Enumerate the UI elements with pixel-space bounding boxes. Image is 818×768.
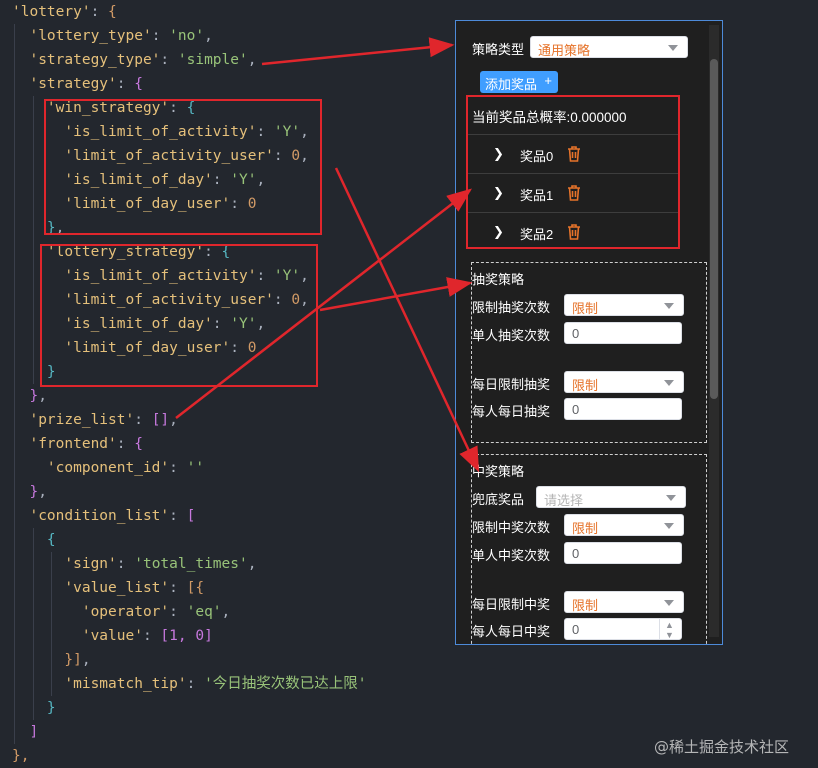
arrow-win-strategy xyxy=(334,167,480,473)
arrow-lottery-strategy xyxy=(319,277,473,312)
annotation-arrows xyxy=(175,37,480,473)
watermark: @稀土掘金技术社区 xyxy=(654,738,790,756)
arrow-prize-list xyxy=(175,188,472,419)
arrow-strategy-type xyxy=(261,37,455,66)
